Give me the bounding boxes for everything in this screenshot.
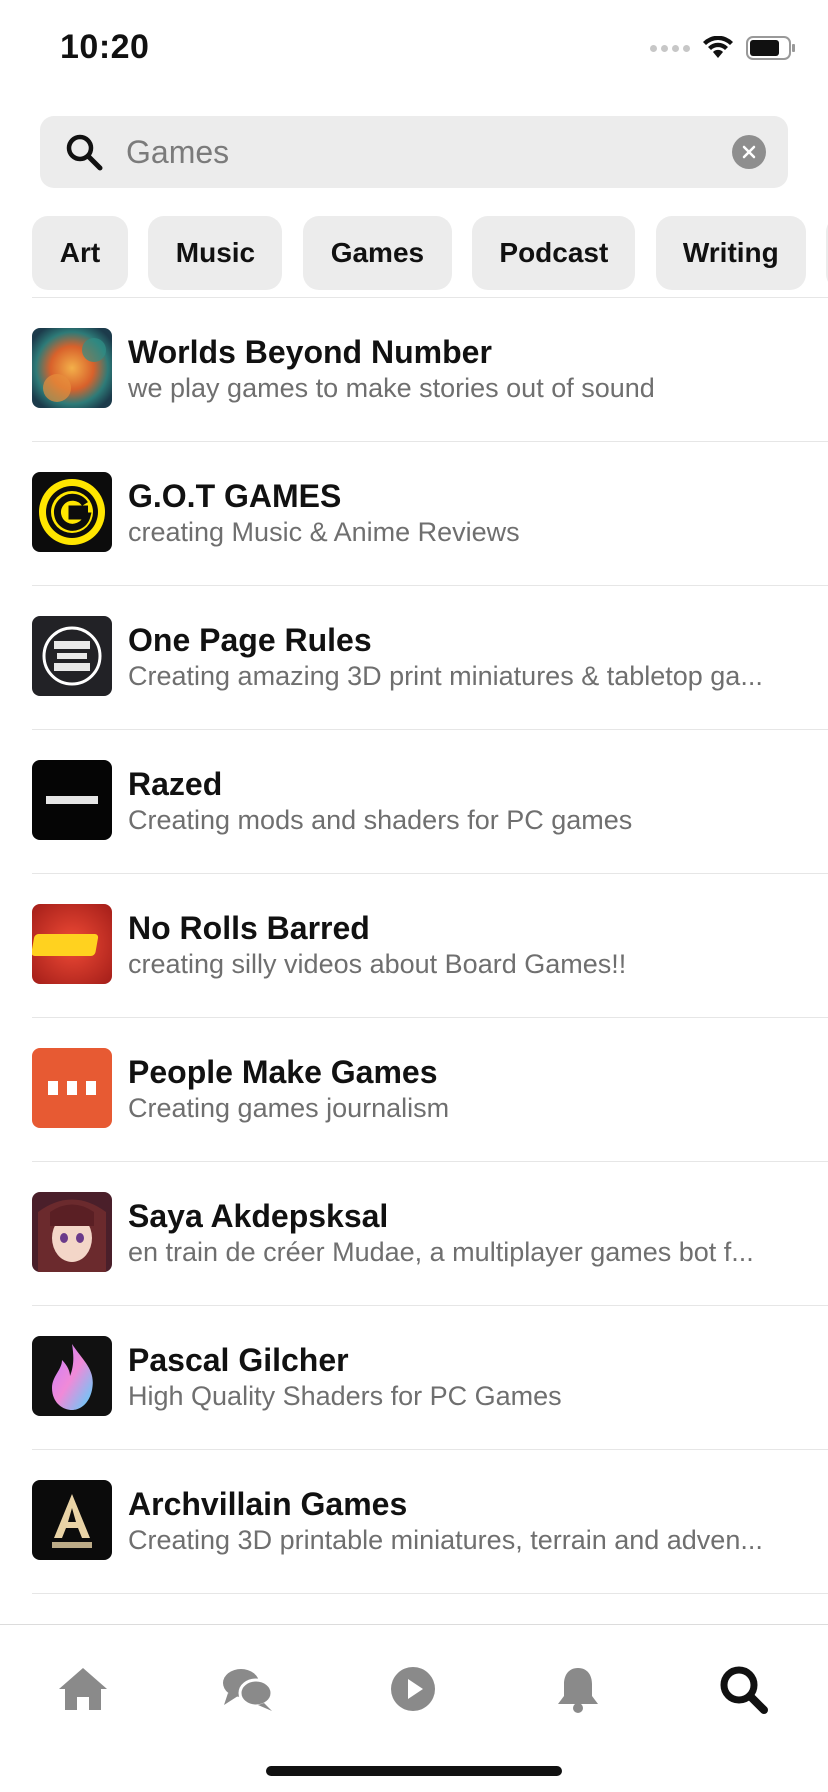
list-item[interactable]: Archvillain Games Creating 3D printable … <box>32 1450 828 1594</box>
search-input[interactable] <box>126 116 726 188</box>
status-bar: 10:20 <box>0 0 828 100</box>
search-icon <box>64 132 104 172</box>
nav-search[interactable] <box>713 1659 773 1719</box>
avatar <box>32 904 112 984</box>
chip-music[interactable]: Music <box>148 216 283 290</box>
clear-search-button[interactable] <box>732 135 766 169</box>
item-subtitle: Creating games journalism <box>128 1093 450 1123</box>
item-subtitle: creating silly videos about Board Games!… <box>128 949 627 979</box>
list-item[interactable]: Razed Creating mods and shaders for PC g… <box>32 730 828 874</box>
item-subtitle: creating Music & Anime Reviews <box>128 517 520 547</box>
nav-chat[interactable] <box>218 1659 278 1719</box>
item-subtitle: Creating 3D printable miniatures, terrai… <box>128 1525 763 1555</box>
chat-icon <box>223 1669 274 1711</box>
avatar <box>32 1480 112 1560</box>
item-subtitle: en train de créer Mudae, a multiplayer g… <box>128 1237 754 1267</box>
chip-podcast[interactable]: Podcast <box>472 216 636 290</box>
item-subtitle: High Quality Shaders for PC Games <box>128 1381 562 1411</box>
item-title: Razed <box>128 766 223 802</box>
avatar <box>32 616 112 696</box>
cellular-signal-icon <box>650 44 690 52</box>
item-title: Worlds Beyond Number <box>128 334 492 370</box>
avatar <box>32 760 112 840</box>
nav-notifications[interactable] <box>548 1659 608 1719</box>
item-subtitle: Creating amazing 3D print miniatures & t… <box>128 661 763 691</box>
play-icon <box>391 1667 435 1711</box>
chip-art[interactable]: Art <box>32 216 128 290</box>
category-chips: Art Music Games Podcast Writing <box>32 216 828 290</box>
avatar <box>32 1336 112 1416</box>
item-title: People Make Games <box>128 1054 438 1090</box>
status-time: 10:20 <box>60 28 150 66</box>
wifi-icon <box>702 36 734 60</box>
item-title: No Rolls Barred <box>128 910 370 946</box>
item-title: Archvillain Games <box>128 1486 408 1522</box>
item-title: Saya Akdepsksal <box>128 1198 389 1234</box>
list-item[interactable]: G.O.T GAMES creating Music & Anime Revie… <box>32 442 828 586</box>
list-item[interactable]: One Page Rules Creating amazing 3D print… <box>32 586 828 730</box>
avatar <box>32 328 112 408</box>
search-bar[interactable] <box>40 116 788 188</box>
avatar <box>32 472 112 552</box>
list-item[interactable]: No Rolls Barred creating silly videos ab… <box>32 874 828 1018</box>
list-item[interactable]: Pascal Gilcher High Quality Shaders for … <box>32 1306 828 1450</box>
list-item[interactable]: People Make Games Creating games journal… <box>32 1018 828 1162</box>
chip-writing[interactable]: Writing <box>655 216 806 290</box>
search-icon <box>720 1666 768 1714</box>
status-icons <box>650 36 796 60</box>
close-icon <box>742 145 756 159</box>
results-list: Worlds Beyond Number we play games to ma… <box>32 298 828 1594</box>
chip-games[interactable]: Games <box>302 216 452 290</box>
list-item[interactable]: Saya Akdepsksal en train de créer Mudae,… <box>32 1162 828 1306</box>
nav-play[interactable] <box>383 1659 443 1719</box>
search-screen: 10:20 Games Art Music Games Podcast Writ… <box>0 0 828 1792</box>
item-title: G.O.T GAMES <box>128 478 342 514</box>
avatar <box>32 1048 112 1128</box>
battery-icon <box>746 36 796 60</box>
item-title: One Page Rules <box>128 622 372 658</box>
home-icon <box>59 1668 107 1710</box>
nav-home[interactable] <box>53 1659 113 1719</box>
item-title: Pascal Gilcher <box>128 1342 349 1378</box>
item-subtitle: we play games to make stories out of sou… <box>128 373 655 403</box>
list-item[interactable]: Worlds Beyond Number we play games to ma… <box>32 298 828 442</box>
bell-icon <box>558 1668 598 1713</box>
avatar <box>32 1192 112 1272</box>
home-indicator <box>266 1766 562 1776</box>
item-subtitle: Creating mods and shaders for PC games <box>128 805 633 835</box>
